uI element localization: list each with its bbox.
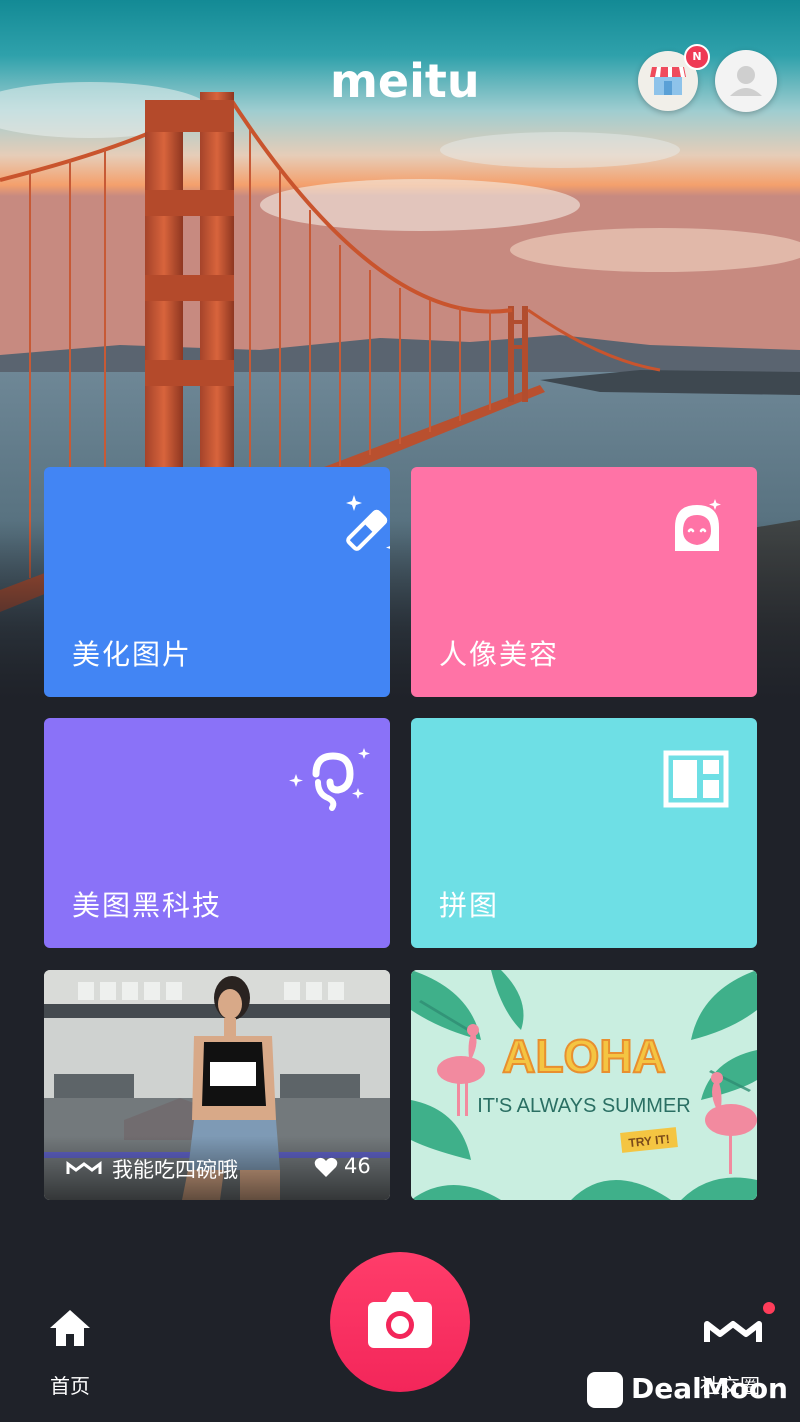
dealmoon-logo-icon [587,1372,623,1408]
social-circle-icon[interactable] [704,1316,764,1346]
user-avatar-icon [730,66,762,96]
dealmoon-watermark: DealMoon [587,1369,788,1409]
banner-title: ALOHA [502,1030,666,1082]
like-count: 46 [344,1154,371,1178]
tropical-leaves-illustration: ALOHA IT'S ALWAYS SUMMER TRY IT! [411,970,757,1200]
tile-label: 美化图片 [72,638,193,671]
collage-tile[interactable]: 拼图 [411,718,757,948]
hair-sparkle-icon [289,748,370,811]
magic-wand-icon [346,495,390,551]
social-notification-dot [763,1302,775,1314]
heart-icon[interactable] [314,1156,338,1178]
beautify-photo-tile[interactable]: 美化图片 [44,467,390,697]
profile-button[interactable] [715,50,777,112]
tile-label: 人像美容 [439,638,560,671]
nav-home-label[interactable]: 首页 [50,1370,90,1399]
camera-icon [368,1292,432,1348]
meitu-social-logo-icon [66,1161,102,1174]
meitu-tech-tile[interactable]: 美图黑科技 [44,718,390,948]
camera-button[interactable] [330,1252,470,1392]
tile-label: 美图黑科技 [72,889,223,922]
app-logo: meitu [330,54,480,108]
home-icon[interactable] [48,1308,92,1348]
post-author: 我能吃四碗哦 [112,1158,238,1182]
aloha-promo-banner[interactable]: ALOHA IT'S ALWAYS SUMMER TRY IT! [411,970,757,1200]
portrait-beauty-tile[interactable]: 人像美容 [411,467,757,697]
watermark-text: DealMoon [631,1372,788,1405]
face-icon [675,499,721,551]
store-notification-badge: N [684,44,710,70]
tile-label: 拼图 [439,889,500,922]
collage-layout-icon [663,750,729,808]
banner-subtitle: IT'S ALWAYS SUMMER [477,1095,690,1117]
